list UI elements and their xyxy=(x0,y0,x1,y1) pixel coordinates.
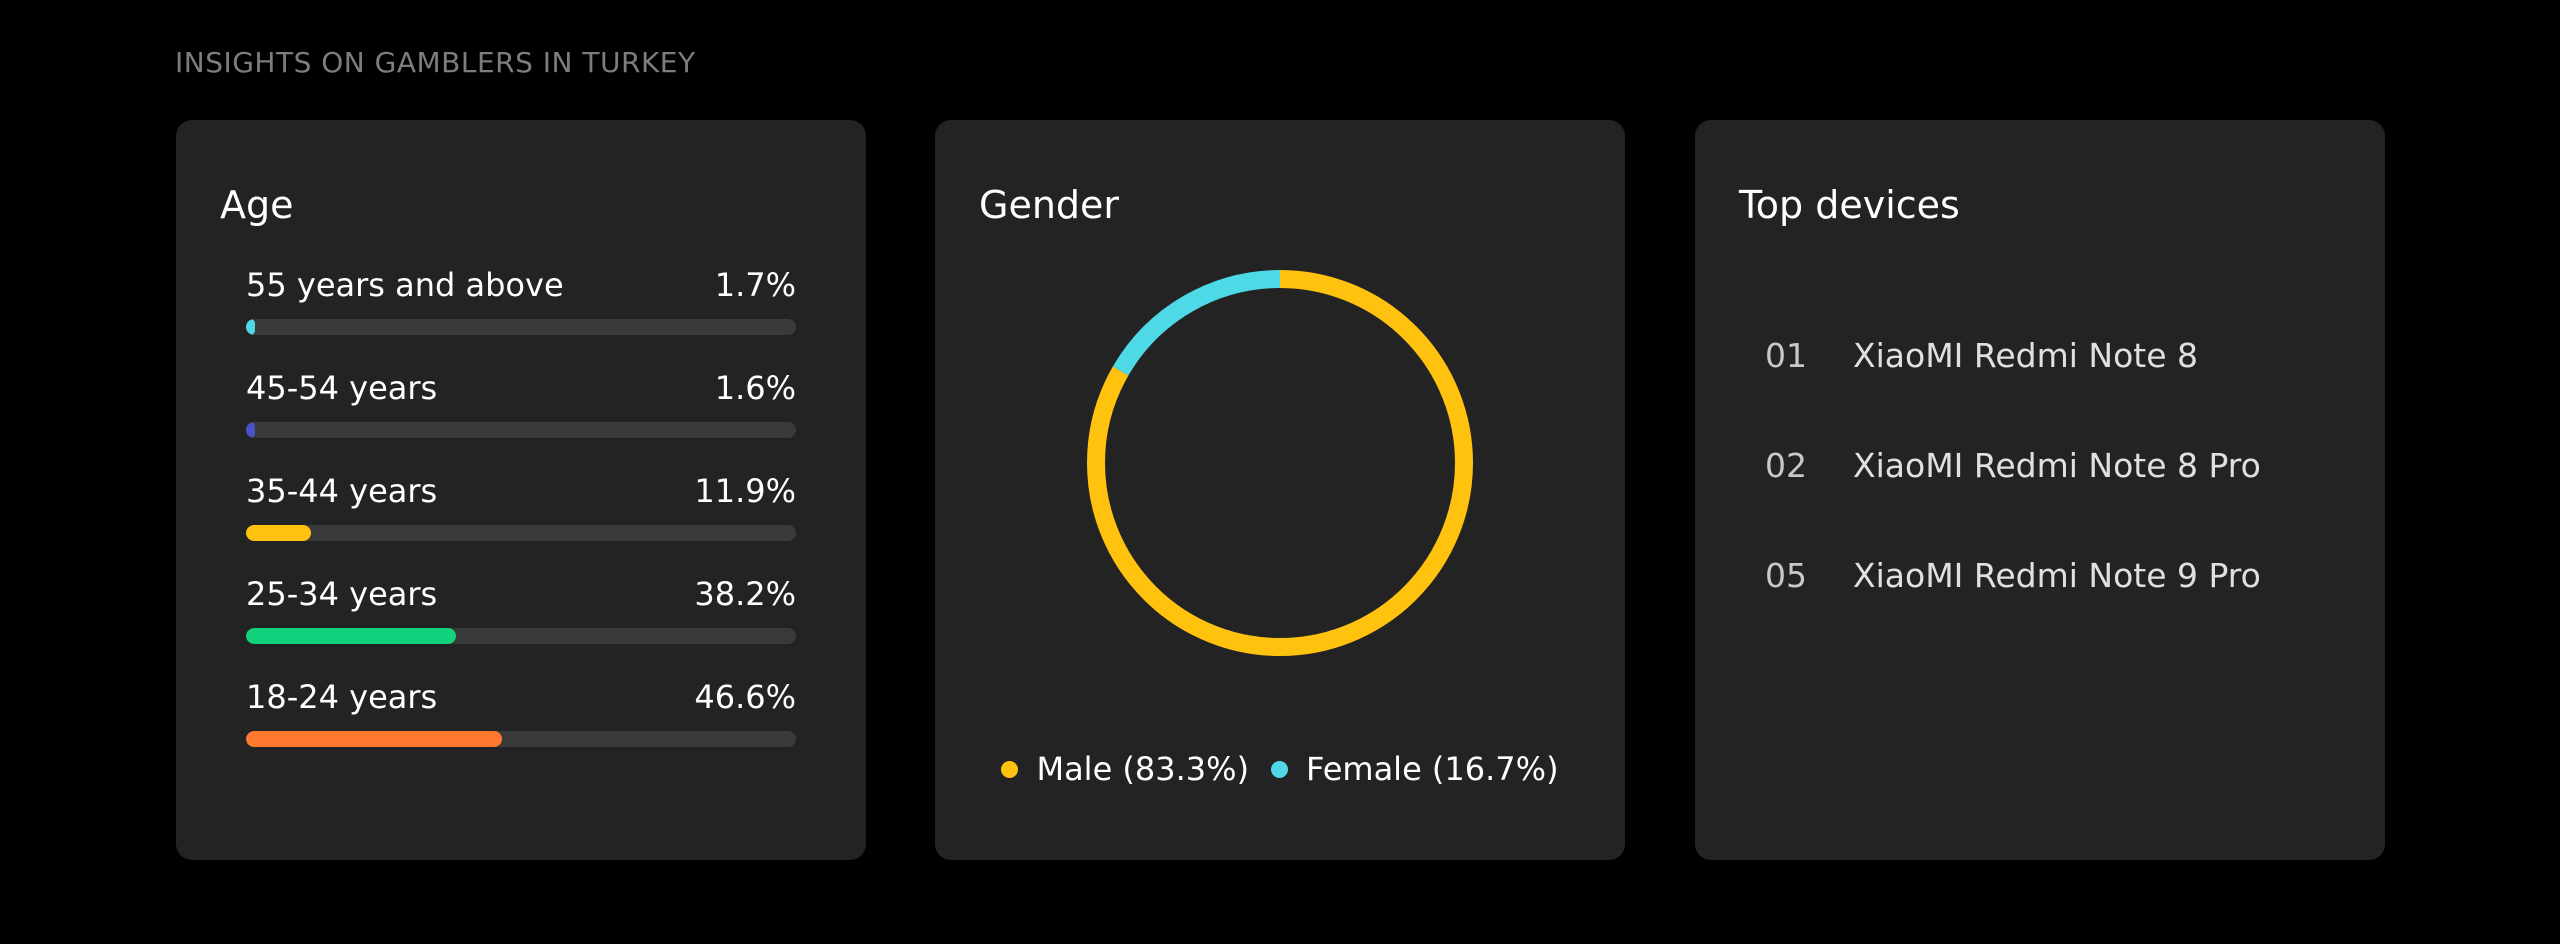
device-name: XiaoMI Redmi Note 8 xyxy=(1853,335,2198,375)
age-bar-fill xyxy=(246,731,503,747)
age-label: 25-34 years xyxy=(246,575,438,613)
gender-card: Gender Male (83.3%) Female (16.7%) xyxy=(935,120,1625,860)
age-value: 38.2% xyxy=(694,575,796,613)
legend-item-female: Female (16.7%) xyxy=(1271,750,1559,788)
age-bar-track xyxy=(246,731,796,747)
device-rank: 05 xyxy=(1765,555,1807,595)
gender-donut xyxy=(1085,268,1475,658)
age-bar-track xyxy=(246,319,796,335)
device-row-0: 01 XiaoMI Redmi Note 8 xyxy=(1765,300,2261,410)
age-card: Age 55 years and above 1.7% 45-54 years … xyxy=(176,120,866,860)
age-row-2: 35-44 years 11.9% xyxy=(246,471,796,574)
device-rank: 01 xyxy=(1765,335,1807,375)
devices-card: Top devices 01 XiaoMI Redmi Note 8 02 Xi… xyxy=(1695,120,2385,860)
age-label: 55 years and above xyxy=(246,266,564,304)
legend-dot-male xyxy=(1001,760,1019,778)
age-list: 55 years and above 1.7% 45-54 years 1.6%… xyxy=(246,265,796,780)
age-value: 1.6% xyxy=(714,369,796,407)
device-name: XiaoMI Redmi Note 8 Pro xyxy=(1853,445,2261,485)
device-list: 01 XiaoMI Redmi Note 8 02 XiaoMI Redmi N… xyxy=(1765,300,2261,630)
age-row-3: 25-34 years 38.2% xyxy=(246,574,796,677)
age-bar-fill xyxy=(246,525,312,541)
age-label: 45-54 years xyxy=(246,369,438,407)
age-row-1: 45-54 years 1.6% xyxy=(246,368,796,471)
device-name: XiaoMI Redmi Note 9 Pro xyxy=(1853,555,2261,595)
age-title: Age xyxy=(220,183,294,227)
device-row-1: 02 XiaoMI Redmi Note 8 Pro xyxy=(1765,410,2261,520)
gender-legend: Male (83.3%) Female (16.7%) xyxy=(935,750,1625,788)
age-bar-fill xyxy=(246,628,457,644)
age-label: 35-44 years xyxy=(246,472,438,510)
legend-dot-female xyxy=(1271,760,1289,778)
age-bar-fill xyxy=(246,422,255,438)
legend-label-female: Female (16.7%) xyxy=(1306,750,1559,788)
age-value: 11.9% xyxy=(694,472,796,510)
device-row-2: 05 XiaoMI Redmi Note 9 Pro xyxy=(1765,520,2261,630)
age-label: 18-24 years xyxy=(246,678,438,716)
age-bar-track xyxy=(246,628,796,644)
age-bar-track xyxy=(246,422,796,438)
gender-donut-svg xyxy=(1087,270,1473,656)
age-row-4: 18-24 years 46.6% xyxy=(246,677,796,780)
age-value: 1.7% xyxy=(714,266,796,304)
age-row-0: 55 years and above 1.7% xyxy=(246,265,796,368)
device-rank: 02 xyxy=(1765,445,1807,485)
age-bar-fill xyxy=(246,319,256,335)
legend-label-male: Male (83.3%) xyxy=(1036,750,1250,788)
age-value: 46.6% xyxy=(694,678,796,716)
page-title: INSIGHTS ON GAMBLERS IN TURKEY xyxy=(175,46,696,79)
devices-title: Top devices xyxy=(1739,183,1960,227)
age-bar-track xyxy=(246,525,796,541)
gender-title: Gender xyxy=(979,183,1120,227)
legend-item-male: Male (83.3%) xyxy=(1001,750,1249,788)
